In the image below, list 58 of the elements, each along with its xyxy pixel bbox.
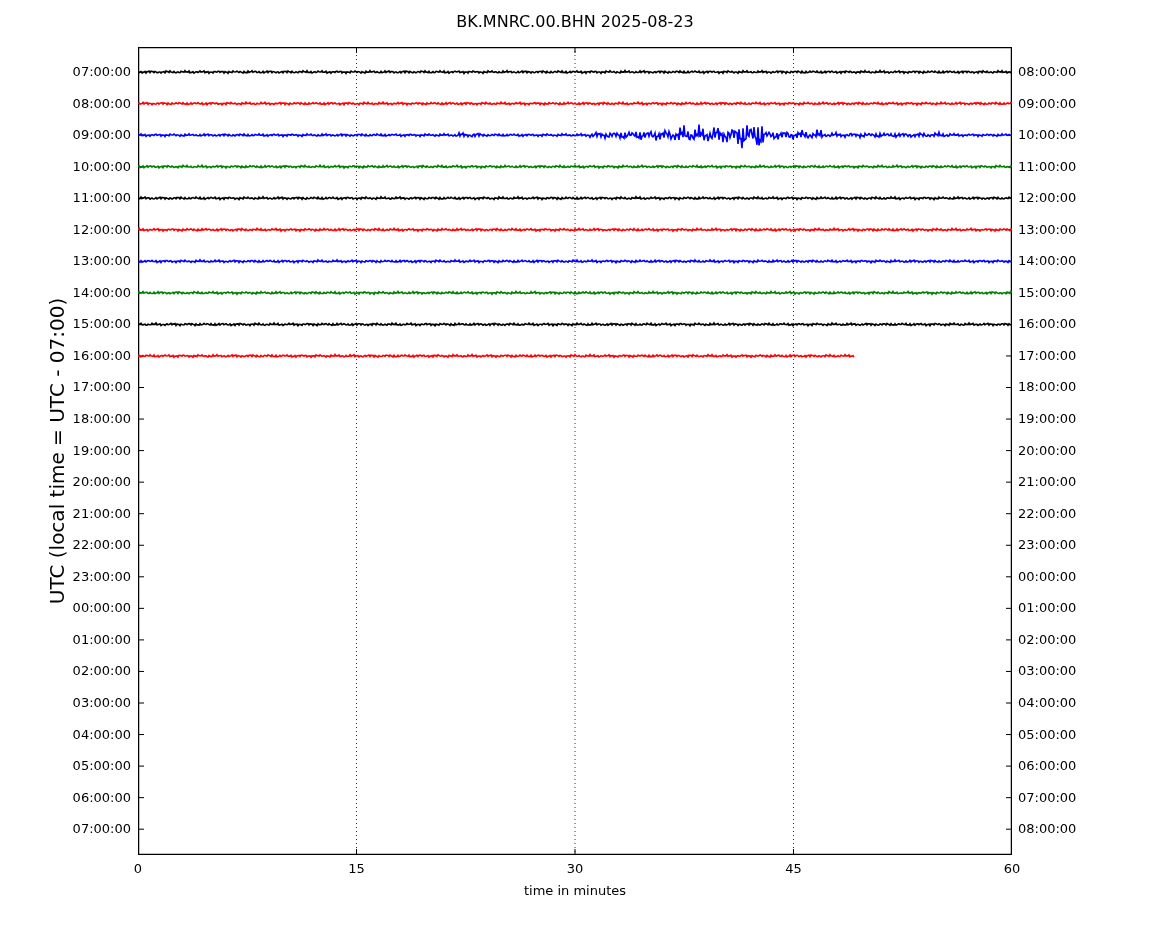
y-axis-label: UTC (local time = UTC - 07:00) (44, 297, 70, 605)
y-tick-label: 09:00:00 (1018, 94, 1077, 113)
y-tick-label: 15:00:00 (72, 315, 131, 334)
y-tick-label: 11:00:00 (72, 189, 131, 208)
y-tick-label: 06:00:00 (72, 788, 131, 807)
y-tick-label: 04:00:00 (72, 725, 131, 744)
x-tick-label: 0 (133, 860, 143, 878)
y-tick-label: 01:00:00 (72, 630, 131, 649)
y-tick-label: 05:00:00 (72, 757, 131, 776)
y-tick-label: 02:00:00 (72, 662, 131, 681)
y-tick-label: 22:00:00 (1018, 504, 1077, 523)
y-tick-label: 15:00:00 (1018, 283, 1077, 302)
y-tick-label: 14:00:00 (72, 283, 131, 302)
y-tick-label: 06:00:00 (1018, 757, 1077, 776)
y-tick-label: 02:00:00 (1018, 630, 1077, 649)
y-tick-label: 17:00:00 (72, 378, 131, 397)
y-tick-label: 05:00:00 (1018, 725, 1077, 744)
y-tick-label: 12:00:00 (72, 220, 131, 239)
y-tick-label: 08:00:00 (72, 94, 131, 113)
y-tick-label: 13:00:00 (72, 252, 131, 271)
y-tick-label: 13:00:00 (1018, 220, 1077, 239)
plot-title: BK.MNRC.00.BHN 2025-08-23 (456, 11, 694, 33)
y-tick-label: 23:00:00 (1018, 536, 1077, 555)
y-tick-label: 10:00:00 (72, 157, 131, 176)
y-tick-label: 22:00:00 (72, 536, 131, 555)
x-axis-label: time in minutes (523, 881, 627, 900)
y-tick-label: 18:00:00 (72, 410, 131, 429)
y-tick-label: 19:00:00 (72, 441, 131, 460)
y-tick-label: 03:00:00 (72, 693, 131, 712)
y-tick-label: 10:00:00 (1018, 126, 1077, 145)
x-tick-label: 30 (566, 860, 584, 878)
y-tick-label: 21:00:00 (1018, 473, 1077, 492)
y-tick-label: 07:00:00 (72, 63, 131, 81)
y-tick-label: 09:00:00 (72, 126, 131, 145)
y-tick-label: 12:00:00 (1018, 189, 1077, 208)
x-tick-label: 60 (1003, 860, 1021, 878)
x-tick-label: 15 (348, 860, 365, 878)
y-tick-label: 07:00:00 (72, 820, 131, 839)
y-tick-label: 00:00:00 (1018, 567, 1077, 586)
y-tick-label: 03:00:00 (1018, 662, 1077, 681)
y-tick-label: 04:00:00 (1018, 693, 1077, 712)
y-tick-label: 08:00:00 (1018, 820, 1077, 839)
x-tick-label: 45 (785, 860, 802, 878)
y-tick-label: 19:00:00 (1018, 410, 1077, 429)
y-tick-label: 08:00:00 (1018, 63, 1077, 81)
y-tick-label: 14:00:00 (1018, 252, 1077, 271)
y-tick-label: 20:00:00 (72, 473, 131, 492)
y-tick-label: 16:00:00 (72, 346, 131, 365)
y-tick-label: 01:00:00 (1018, 599, 1077, 618)
y-tick-label: 20:00:00 (1018, 441, 1077, 460)
y-tick-label: 11:00:00 (1018, 157, 1077, 176)
y-tick-label: 07:00:00 (1018, 788, 1077, 807)
y-tick-label: 18:00:00 (1018, 378, 1077, 397)
y-tick-label: 21:00:00 (72, 504, 131, 523)
y-tick-label: 16:00:00 (1018, 315, 1077, 334)
y-tick-label: 23:00:00 (72, 567, 131, 586)
y-tick-label: 17:00:00 (1018, 346, 1077, 365)
y-tick-label: 00:00:00 (72, 599, 131, 618)
